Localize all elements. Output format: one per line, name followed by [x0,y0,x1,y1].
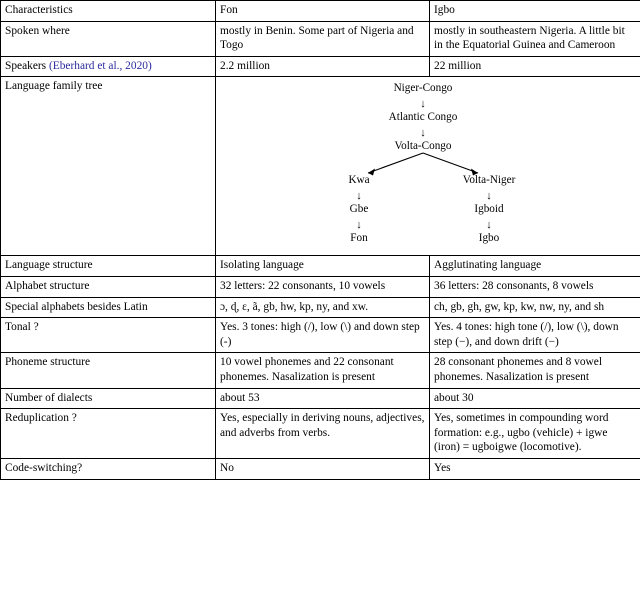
family-tree: Niger-Congo ↓ Atlantic Congo ↓ Volta-Con… [216,77,640,255]
cell-igbo-tonal: Yes. 4 tones: high tone (/), low (\), do… [429,317,640,354]
tree-node-gbe: Gbe [349,203,369,216]
tree-arrow-down-icon: ↓ [486,190,492,203]
cell-igbo-alphabet-structure: 36 letters: 28 consonants, 8 vowels [429,275,640,298]
cell-fon-code-switching: No [215,457,430,480]
cell-fon-reduplication: Yes, especially in deriving nouns, adjec… [215,408,430,459]
row-label-spoken-where: Spoken where [0,20,216,57]
cell-fon-tonal: Yes. 3 tones: high (/), low (\) and down… [215,317,430,354]
column-header-characteristics: Characteristics [0,0,216,22]
tree-arrow-down-icon: ↓ [420,98,426,111]
table-page: Characteristics Fon Igbo Spoken where mo… [0,0,640,597]
table-row: Code-switching? No Yes [0,457,640,480]
row-label-tonal: Tonal ? [0,317,216,354]
row-label-language-structure: Language structure [0,255,216,277]
tree-node-igbo: Igbo [478,232,500,245]
table-row: Tonal ? Yes. 3 tones: high (/), low (\) … [0,317,640,354]
cell-family-tree-diagram: Niger-Congo ↓ Atlantic Congo ↓ Volta-Con… [215,76,640,257]
table-row: Spoken where mostly in Benin. Some part … [0,20,640,57]
table-row: Number of dialects about 53 about 30 [0,387,640,410]
table-row: Speakers (Eberhard et al., 2020) 2.2 mil… [0,55,640,78]
column-header-fon: Fon [215,0,430,22]
row-label-number-of-dialects: Number of dialects [0,387,216,410]
table-row: Reduplication ? Yes, especially in deriv… [0,408,640,459]
table-row: Special alphabets besides Latin ɔ, ɖ, ɛ,… [0,296,640,319]
row-label-code-switching: Code-switching? [0,457,216,480]
row-label-phoneme-structure: Phoneme structure [0,352,216,389]
tree-node-fon: Fon [350,232,368,245]
tree-node-kwa: Kwa [348,174,370,187]
table-row: Language structure Isolating language Ag… [0,255,640,277]
row-label-speakers: Speakers (Eberhard et al., 2020) [0,55,216,78]
cell-fon-alphabet-structure: 32 letters: 22 consonants, 10 vowels [215,275,430,298]
table-row-family-tree: Language family tree Niger-Congo ↓ Atlan… [0,76,640,257]
cell-igbo-code-switching: Yes [429,457,640,480]
table-header-row: Characteristics Fon Igbo [0,0,640,22]
cell-igbo-speakers: 22 million [429,55,640,78]
row-label-alphabet-structure: Alphabet structure [0,275,216,298]
row-label-reduplication: Reduplication ? [0,408,216,459]
language-comparison-table: Characteristics Fon Igbo Spoken where mo… [0,0,640,480]
cell-fon-number-of-dialects: about 53 [215,387,430,410]
tree-arrow-down-icon: ↓ [486,219,492,232]
tree-arrow-down-icon: ↓ [356,219,362,232]
cell-igbo-spoken-where: mostly in southeastern Nigeria. A little… [429,20,640,57]
tree-node-igboid: Igboid [474,203,504,216]
tree-arrow-down-icon: ↓ [356,190,362,203]
cell-fon-language-structure: Isolating language [215,255,430,277]
tree-node-volta-niger: Volta-Niger [462,174,516,187]
column-header-igbo: Igbo [429,0,640,22]
cell-fon-speakers: 2.2 million [215,55,430,78]
tree-node-niger-congo: Niger-Congo [393,82,453,95]
family-tree-edges [367,152,479,176]
row-label-language-family-tree: Language family tree [0,76,216,257]
cell-igbo-phoneme-structure: 28 consonant phonemes and 8 vowel phonem… [429,352,640,389]
speakers-text: Speakers [5,59,49,72]
cell-fon-special-alphabets: ɔ, ɖ, ɛ, ã, gb, hw, kp, ny, and xw. [215,296,430,319]
cell-igbo-special-alphabets: ch, gb, gh, gw, kp, kw, nw, ny, and sh [429,296,640,319]
tree-node-volta-congo: Volta-Congo [394,140,452,153]
cell-fon-phoneme-structure: 10 vowel phonemes and 22 consonant phone… [215,352,430,389]
cell-igbo-reduplication: Yes, sometimes in compounding word forma… [429,408,640,459]
row-label-special-alphabets: Special alphabets besides Latin [0,296,216,319]
citation-link-eberhard[interactable]: (Eberhard et al., 2020) [49,60,152,72]
cell-igbo-number-of-dialects: about 30 [429,387,640,410]
table-row: Alphabet structure 32 letters: 22 conson… [0,275,640,298]
tree-arrow-down-icon: ↓ [420,127,426,140]
table-row: Phoneme structure 10 vowel phonemes and … [0,352,640,389]
cell-fon-spoken-where: mostly in Benin. Some part of Nigeria an… [215,20,430,57]
tree-node-atlantic-congo: Atlantic Congo [388,111,458,124]
cell-igbo-language-structure: Agglutinating language [429,255,640,277]
